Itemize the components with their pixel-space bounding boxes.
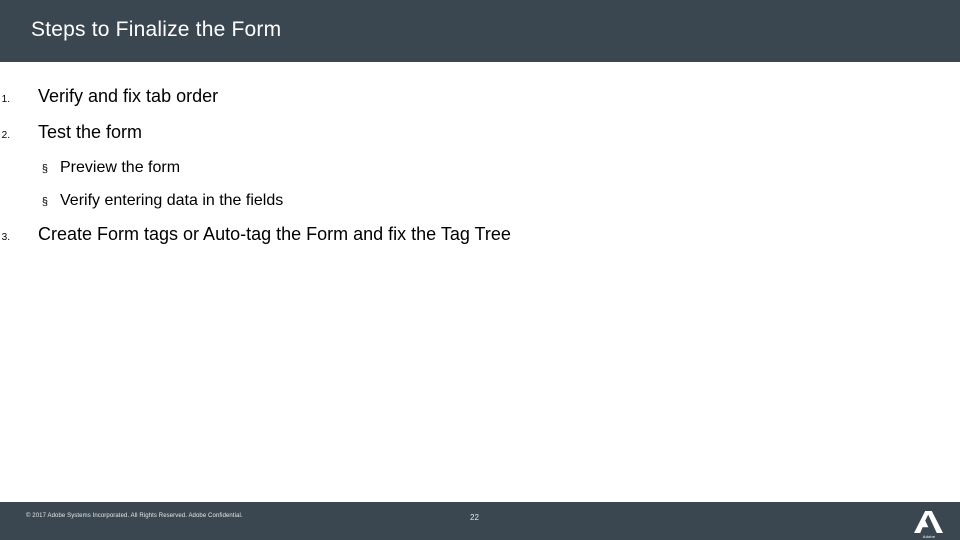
copyright-text: © 2017 Adobe Systems Incorporated. All R… [26,513,243,519]
sub-item-text: Preview the form [60,159,181,176]
list-item: 1. Verify and fix tab order [0,80,920,116]
slide-footer: © 2017 Adobe Systems Incorporated. All R… [0,502,960,540]
step-number: 3. [1,232,10,243]
logo-label: Adobe [922,534,936,539]
slide: Steps to Finalize the Form 1. Verify and… [0,0,960,540]
step-text: Test the form [38,122,143,142]
slide-header: Steps to Finalize the Form [0,0,960,62]
sub-item-text: Verify entering data in the fields [60,192,284,209]
page-number: 22 [470,513,479,522]
step-text: Verify and fix tab order [38,86,219,106]
list-item: 3. Create Form tags or Auto-tag the Form… [0,218,920,254]
step-row: 3. Create Form tags or Auto-tag the Form… [0,218,920,254]
step-number: 1. [1,94,10,105]
sub-list-item: § Verify entering data in the fields [0,185,920,218]
slide-body: 1. Verify and fix tab order 2. Test the … [0,62,960,502]
step-row: 1. Verify and fix tab order [0,80,920,116]
step-row: 2. Test the form [0,116,920,152]
steps-list: 1. Verify and fix tab order 2. Test the … [0,80,920,254]
sub-list-item: § Preview the form [0,152,920,185]
bullet-icon: § [41,196,48,208]
list-item: 2. Test the form § Preview the form § Ve… [0,116,920,218]
step-text: Create Form tags or Auto-tag the Form an… [38,224,511,244]
adobe-logo-icon [912,509,946,535]
bullet-icon: § [41,163,48,175]
step-number: 2. [1,130,10,141]
page-title: Steps to Finalize the Form [31,18,282,41]
